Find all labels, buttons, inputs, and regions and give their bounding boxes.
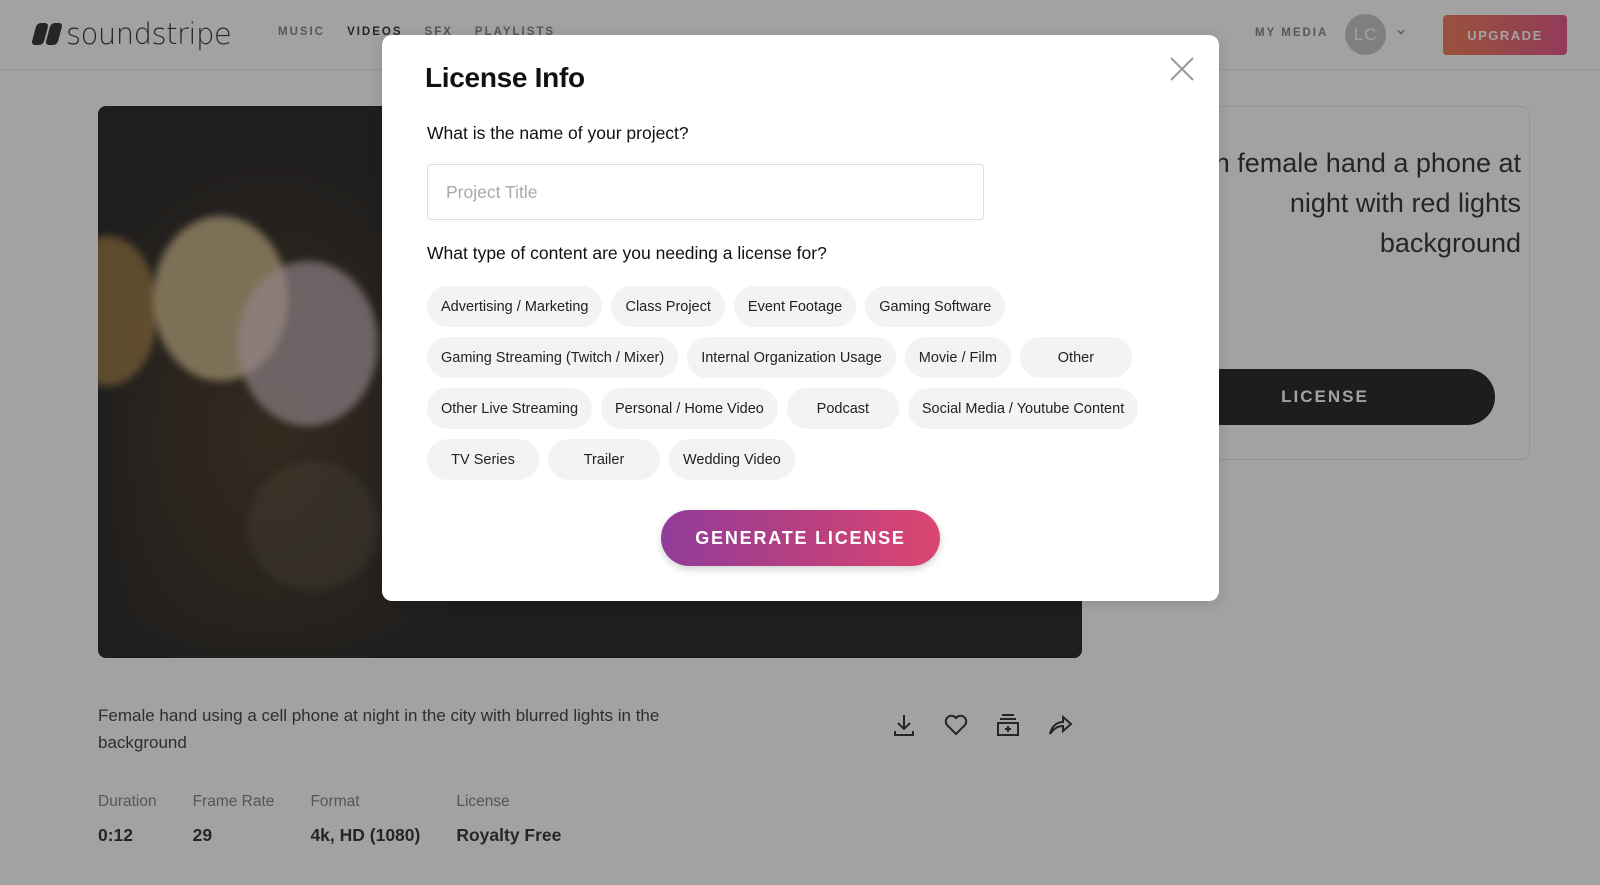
content-type-chip[interactable]: Advertising / Marketing — [427, 286, 603, 327]
close-button[interactable] — [1168, 55, 1196, 83]
content-type-label: What type of content are you needing a l… — [427, 243, 827, 263]
content-type-chip[interactable]: Personal / Home Video — [601, 388, 778, 429]
content-type-chip[interactable]: Event Footage — [733, 286, 857, 327]
content-type-chip[interactable]: Trailer — [548, 439, 660, 480]
content-type-chip[interactable]: Gaming Software — [865, 286, 1006, 327]
content-type-chip[interactable]: Wedding Video — [669, 439, 795, 480]
content-type-options: Advertising / Marketing Class Project Ev… — [427, 286, 1157, 480]
license-info-modal: License Info What is the name of your pr… — [382, 35, 1219, 601]
generate-license-button[interactable]: GENERATE LICENSE — [661, 510, 940, 566]
content-type-chip[interactable]: Other Live Streaming — [427, 388, 593, 429]
content-type-chip[interactable]: Social Media / Youtube Content — [907, 388, 1139, 429]
project-title-input[interactable] — [427, 164, 984, 220]
content-type-chip[interactable]: Other — [1019, 337, 1132, 378]
content-type-chip[interactable]: Gaming Streaming (Twitch / Mixer) — [427, 337, 679, 378]
modal-title: License Info — [425, 62, 585, 93]
content-type-chip[interactable]: Class Project — [611, 286, 725, 327]
content-type-chip[interactable]: Podcast — [786, 388, 899, 429]
close-icon — [1170, 57, 1194, 81]
content-type-chip[interactable]: Internal Organization Usage — [687, 337, 896, 378]
content-type-chip[interactable]: TV Series — [427, 439, 539, 480]
content-type-chip[interactable]: Movie / Film — [904, 337, 1011, 378]
project-name-label: What is the name of your project? — [427, 123, 689, 143]
